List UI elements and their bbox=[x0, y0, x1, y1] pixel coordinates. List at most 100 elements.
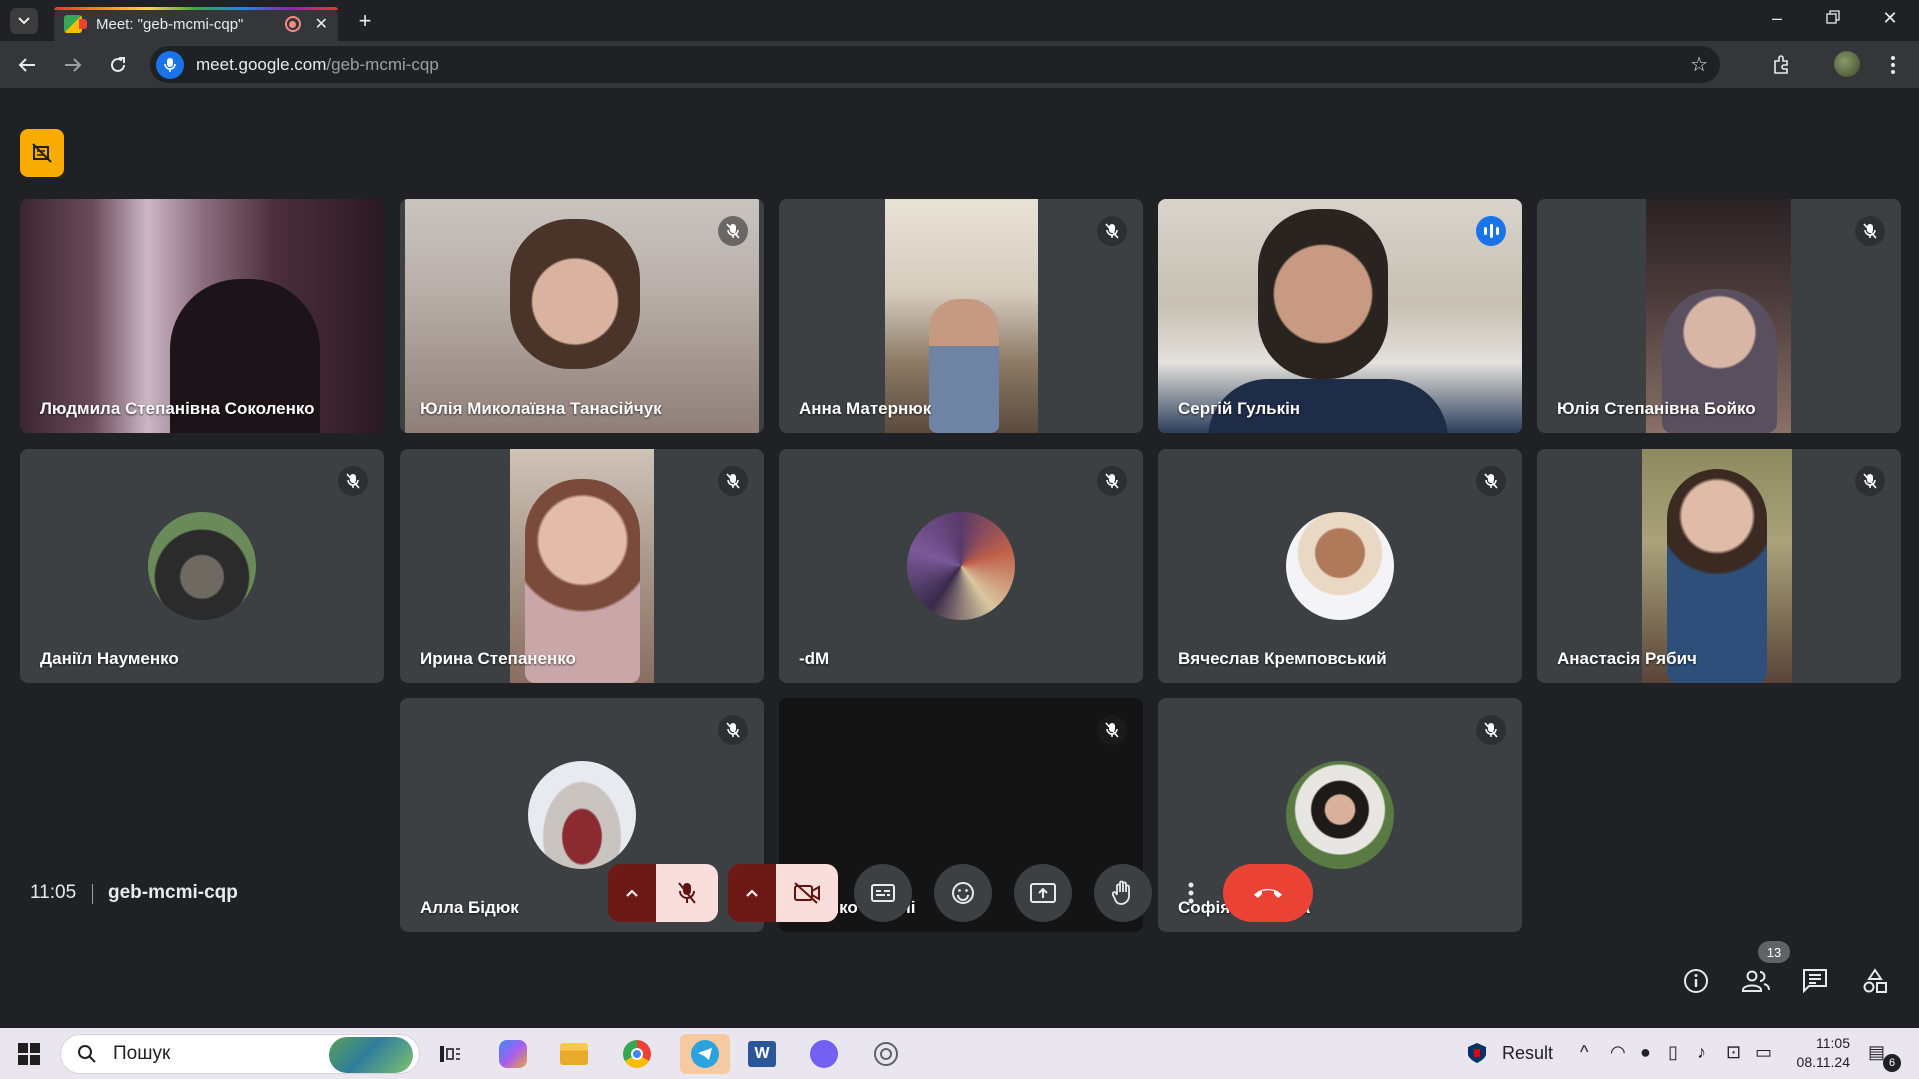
participant-name: Сергій Гулькін bbox=[1178, 399, 1301, 418]
tab-search-button[interactable] bbox=[10, 8, 38, 34]
extensions-icon[interactable] bbox=[1767, 51, 1795, 79]
meeting-code: geb-mcmi-cqp bbox=[108, 882, 238, 903]
search-placeholder: Пошук bbox=[113, 1043, 171, 1064]
recording-indicator-icon bbox=[284, 16, 301, 32]
participant-name: Алла Бідюк bbox=[420, 898, 519, 917]
word-icon[interactable]: W bbox=[742, 1034, 782, 1074]
hang-up-icon bbox=[1254, 889, 1282, 898]
browser-tab-meet[interactable]: Meet: "geb-mcmi-cqp" ✕ bbox=[54, 7, 338, 41]
participant-tile[interactable]: Анна Матернюк bbox=[779, 199, 1143, 433]
file-explorer-icon[interactable] bbox=[554, 1034, 594, 1074]
participant-tile[interactable]: Юлія Миколаївна Танасійчук bbox=[400, 199, 764, 433]
camera-toggle-button[interactable] bbox=[776, 864, 838, 922]
phone-link-icon[interactable]: ▯ bbox=[1668, 1042, 1678, 1063]
captions-button[interactable] bbox=[854, 864, 912, 922]
video-options-button[interactable] bbox=[728, 864, 776, 922]
close-window-icon[interactable]: ✕ bbox=[1878, 8, 1902, 29]
mic-off-icon bbox=[718, 216, 748, 246]
participant-avatar bbox=[1286, 761, 1394, 869]
info-icon bbox=[1684, 969, 1708, 993]
browser-menu-icon[interactable] bbox=[1879, 51, 1907, 79]
viber-icon[interactable] bbox=[804, 1034, 844, 1074]
mic-off-icon bbox=[1097, 715, 1127, 745]
participant-avatar bbox=[148, 512, 256, 620]
more-options-button[interactable] bbox=[1174, 864, 1208, 922]
audio-options-button[interactable] bbox=[608, 864, 656, 922]
taskbar-search-box[interactable]: Пошук bbox=[60, 1034, 420, 1074]
tab-title: Meet: "geb-mcmi-cqp" bbox=[96, 15, 244, 33]
task-view-icon[interactable] bbox=[430, 1034, 470, 1074]
reload-icon[interactable] bbox=[103, 50, 133, 80]
emoji-icon bbox=[952, 882, 974, 904]
forward-icon[interactable] bbox=[58, 50, 88, 80]
participant-name: Юлія Степанівна Бойко bbox=[1557, 399, 1756, 418]
participant-face bbox=[510, 219, 640, 369]
participant-tile[interactable]: Вячеслав Кремповський bbox=[1158, 449, 1522, 683]
microphone-toggle-button[interactable] bbox=[656, 864, 718, 922]
weather-icon[interactable] bbox=[1466, 1042, 1488, 1069]
participant-tile[interactable]: Анастасія Рябич bbox=[1537, 449, 1901, 683]
weather-label[interactable]: Result bbox=[1502, 1043, 1553, 1064]
participant-name: -dM bbox=[799, 649, 830, 668]
close-tab-icon[interactable]: ✕ bbox=[315, 14, 328, 34]
people-count-badge: 13 bbox=[1758, 941, 1790, 963]
restore-window-icon[interactable] bbox=[1821, 8, 1845, 29]
battery-icon[interactable]: ▭ bbox=[1755, 1042, 1772, 1063]
tab-group-indicator bbox=[54, 7, 338, 10]
notification-count-badge: 6 bbox=[1883, 1054, 1901, 1072]
leave-call-button[interactable] bbox=[1223, 864, 1313, 922]
wifi-icon[interactable]: ◠ bbox=[1610, 1042, 1626, 1063]
search-highlight-image bbox=[329, 1037, 413, 1073]
present-icon bbox=[1030, 883, 1056, 903]
windows-start-icon[interactable] bbox=[18, 1043, 40, 1070]
people-button[interactable] bbox=[1741, 966, 1771, 996]
raise-hand-icon bbox=[1112, 880, 1130, 905]
participant-avatar bbox=[907, 512, 1015, 620]
browser-tab-bar: Meet: "geb-mcmi-cqp" ✕ + – ✕ bbox=[0, 0, 1919, 41]
copilot-icon[interactable] bbox=[493, 1034, 533, 1074]
participant-tile[interactable]: Даніїл Науменко bbox=[20, 449, 384, 683]
participant-tile[interactable]: Софія Теміцька bbox=[1158, 698, 1522, 932]
mic-off-icon bbox=[1476, 715, 1506, 745]
activities-button[interactable] bbox=[1860, 966, 1890, 996]
meeting-clock: 11:05 bbox=[30, 882, 77, 903]
activities-icon bbox=[1863, 968, 1887, 993]
meeting-details-button[interactable] bbox=[1681, 966, 1711, 996]
closed-captions-icon bbox=[871, 884, 895, 902]
chrome-icon[interactable] bbox=[617, 1034, 657, 1074]
back-icon[interactable] bbox=[12, 50, 42, 80]
security-icon[interactable]: ● bbox=[1640, 1042, 1651, 1063]
chevron-up-icon bbox=[626, 889, 638, 897]
present-screen-button[interactable] bbox=[1014, 864, 1072, 922]
show-hidden-icons-icon[interactable]: ^ bbox=[1580, 1042, 1588, 1063]
bookmark-star-icon[interactable]: ☆ bbox=[1690, 52, 1708, 77]
windows-taskbar: Пошук W Result ^ ◠ ● ▯ ♪ ⊡ ▭ 11:05 08.11… bbox=[0, 1028, 1919, 1079]
telegram-icon[interactable] bbox=[680, 1034, 730, 1074]
chevron-up-icon bbox=[746, 889, 758, 897]
participant-tile[interactable]: -dM bbox=[779, 449, 1143, 683]
participant-name: Вячеслав Кремповський bbox=[1178, 649, 1387, 668]
reactions-button[interactable] bbox=[934, 864, 992, 922]
participant-name: Людмила Степанівна Соколенко bbox=[40, 399, 315, 418]
search-icon bbox=[78, 1045, 96, 1063]
participant-tile[interactable]: Юлія Степанівна Бойко bbox=[1537, 199, 1901, 433]
system-clock[interactable]: 11:05 08.11.24 bbox=[1788, 1034, 1850, 1072]
minimize-window-icon[interactable]: – bbox=[1765, 8, 1789, 29]
new-tab-button[interactable]: + bbox=[352, 8, 378, 33]
participant-tile-active-speaker[interactable]: Сергій Гулькін bbox=[1158, 199, 1522, 433]
address-bar[interactable]: meet.google.com/geb-mcmi-cqp ☆ bbox=[150, 46, 1720, 83]
participant-tile[interactable]: Людмила Степанівна Соколенко bbox=[20, 199, 384, 433]
participant-name: Анна Матернюк bbox=[799, 399, 932, 418]
mic-in-use-icon[interactable] bbox=[156, 50, 184, 79]
profile-avatar[interactable] bbox=[1834, 51, 1860, 77]
raise-hand-button[interactable] bbox=[1094, 864, 1152, 922]
network-icon[interactable]: ⊡ bbox=[1726, 1042, 1741, 1063]
microphone-tray-icon[interactable]: ♪ bbox=[1697, 1042, 1706, 1063]
webcam-app-icon[interactable] bbox=[866, 1034, 906, 1074]
speaking-indicator-icon bbox=[1476, 216, 1506, 246]
participant-tile[interactable]: Ирина Степаненко bbox=[400, 449, 764, 683]
mic-off-icon bbox=[1097, 466, 1127, 496]
host-controls-button[interactable] bbox=[20, 129, 64, 177]
participant-name: Ирина Степаненко bbox=[420, 649, 576, 668]
chat-button[interactable] bbox=[1800, 966, 1830, 996]
